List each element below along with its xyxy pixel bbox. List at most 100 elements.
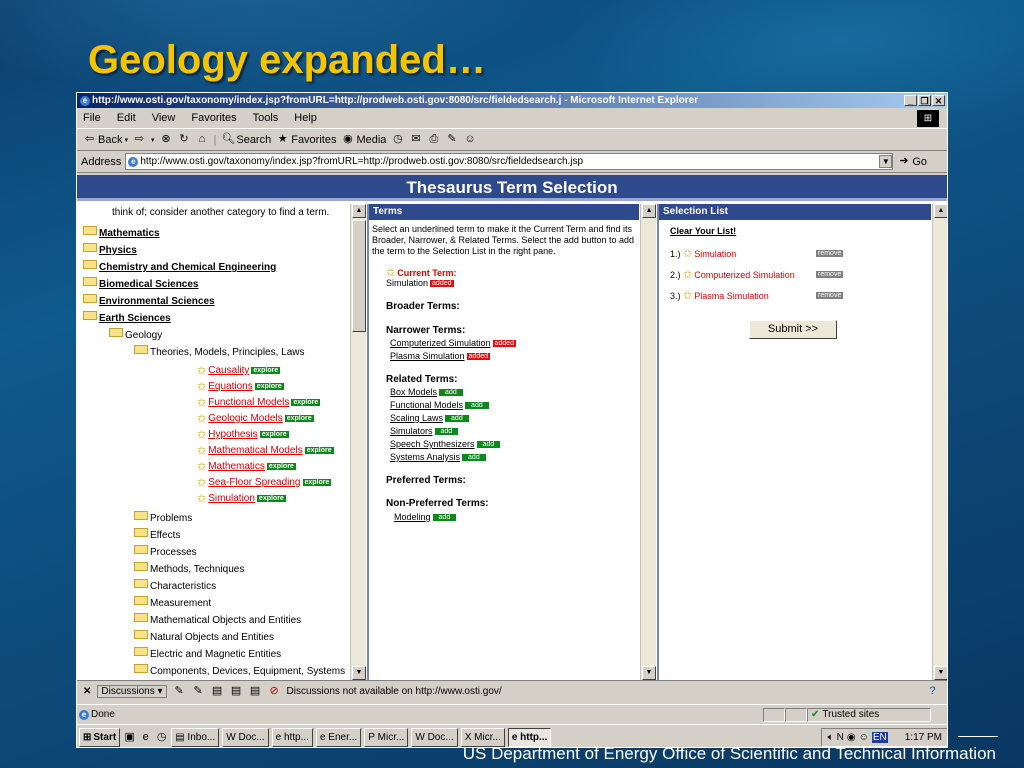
related-term[interactable]: Speech Synthesizers add (390, 439, 501, 449)
tree-item[interactable]: Problems (134, 511, 192, 524)
help-icon[interactable]: ? (926, 685, 939, 698)
explore-button[interactable]: explore (259, 431, 289, 438)
tree-item[interactable]: Characteristics (134, 579, 216, 592)
discussion-tool-icon[interactable]: ▤ (249, 685, 262, 698)
scroll-down-icon[interactable]: ▼ (934, 666, 947, 680)
left-scrollbar[interactable]: ▲ ▼ (350, 204, 366, 680)
term-mathematical-models[interactable]: ✩ Mathematical Models explore (197, 444, 334, 457)
explore-button[interactable]: explore (304, 447, 334, 454)
term-geologic-models[interactable]: ✩ Geologic Models explore (197, 412, 314, 425)
taskbar-button[interactable]: W Doc... (222, 727, 269, 747)
middle-scrollbar[interactable]: ▲ ▼ (640, 204, 656, 680)
menu-edit[interactable]: Edit (117, 112, 136, 124)
add-button[interactable]: add (432, 513, 457, 521)
term-simulation[interactable]: ✩ Simulation explore (197, 492, 286, 505)
add-button[interactable]: add (476, 440, 501, 448)
add-button[interactable]: add (465, 401, 489, 409)
taskbar-button[interactable]: W Doc... (411, 727, 458, 747)
history-icon[interactable]: ◷ (391, 133, 404, 146)
narrower-term[interactable]: Computerized Simulation added (390, 338, 517, 348)
explore-button[interactable]: explore (254, 383, 284, 390)
close-button[interactable]: ✕ (932, 95, 945, 106)
term-mathematics[interactable]: ✩ Mathematics explore (197, 460, 296, 473)
forward-arrow-icon[interactable]: ⇨ (133, 133, 146, 146)
scroll-up-icon[interactable]: ▲ (642, 204, 656, 218)
tree-item[interactable]: Natural Objects and Entities (134, 630, 274, 643)
back-button[interactable]: ⇦ Back ▾ (83, 133, 128, 146)
tree-item[interactable]: Mathematical Objects and Entities (134, 613, 301, 626)
tree-item-theories[interactable]: Theories, Models, Principles, Laws (134, 345, 305, 358)
submit-button[interactable]: Submit >> (749, 320, 837, 339)
scroll-thumb[interactable] (352, 220, 366, 332)
tree-item[interactable]: Environmental Sciences (83, 294, 215, 307)
tree-item[interactable]: Measurement (134, 596, 211, 609)
discussions-menu[interactable]: Discussions ▾ (97, 685, 167, 698)
menu-view[interactable]: View (152, 112, 176, 124)
explore-button[interactable]: explore (302, 479, 332, 486)
menu-favorites[interactable]: Favorites (191, 112, 236, 124)
remove-button[interactable]: remove (816, 271, 844, 278)
refresh-icon[interactable]: ↻ (178, 133, 191, 146)
add-button[interactable]: add (439, 388, 463, 396)
tree-item-geology[interactable]: Geology (109, 328, 162, 341)
tree-item[interactable]: Earth Sciences (83, 311, 171, 324)
taskbar-button[interactable]: e http... (271, 727, 313, 747)
clock-launch-icon[interactable]: ◷ (155, 731, 168, 744)
volume-icon[interactable]: 🔈︎ (828, 732, 834, 743)
stop-icon[interactable]: ⊗ (160, 133, 173, 146)
tree-item[interactable]: Mathematics (83, 226, 160, 239)
tree-item[interactable]: Processes (134, 545, 197, 558)
taskbar-button[interactable]: P Micr... (364, 727, 409, 747)
scroll-up-icon[interactable]: ▲ (934, 204, 947, 218)
right-scrollbar[interactable]: ▲ ▼ (932, 204, 947, 680)
favorites-button[interactable]: ★ Favorites (276, 133, 337, 146)
tree-item[interactable]: Methods, Techniques (134, 562, 244, 575)
language-indicator[interactable]: EN (871, 731, 888, 743)
tree-item[interactable]: Effects (134, 528, 180, 541)
related-term[interactable]: Functional Models add (390, 400, 489, 410)
show-desktop-icon[interactable]: ▣ (123, 731, 136, 744)
related-term[interactable]: Systems Analysis add (390, 452, 486, 462)
explore-button[interactable]: explore (266, 463, 296, 470)
address-input[interactable]: e http://www.osti.gov/taxonomy/index.jsp… (125, 153, 894, 170)
menu-help[interactable]: Help (294, 112, 317, 124)
explore-button[interactable]: explore (284, 415, 314, 422)
media-button[interactable]: ◉ Media (341, 133, 386, 146)
home-icon[interactable]: ⌂ (196, 133, 209, 146)
menu-file[interactable]: File (83, 112, 101, 124)
tree-item[interactable]: Biomedical Sciences (83, 277, 199, 290)
add-button[interactable]: add (462, 453, 486, 461)
window-titlebar[interactable]: e http://www.osti.gov/taxonomy/index.jsp… (77, 93, 947, 108)
discussions-close-button[interactable]: ✕ (83, 686, 91, 697)
nonpreferred-term[interactable]: Modeling add (394, 512, 457, 522)
tree-item[interactable]: Electric and Magnetic Entities (134, 647, 281, 660)
term-hypothesis[interactable]: ✩ Hypothesis explore (197, 428, 289, 441)
discussion-tool-icon[interactable]: ✎ (173, 685, 186, 698)
menu-tools[interactable]: Tools (253, 112, 279, 124)
mail-icon[interactable]: ✉ (409, 133, 422, 146)
messenger-icon[interactable]: ☺ (463, 133, 476, 146)
related-term[interactable]: Box Models add (390, 387, 463, 397)
taskbar-button[interactable]: e Ener... (315, 727, 362, 747)
minimize-button[interactable]: _ (904, 95, 917, 106)
scroll-up-icon[interactable]: ▲ (352, 204, 366, 218)
edit-icon[interactable]: ✎ (445, 133, 458, 146)
clear-list-link[interactable]: Clear Your List! (670, 226, 736, 236)
discussion-tool-icon[interactable]: ✎ (192, 685, 205, 698)
restore-button[interactable]: ❐ (918, 95, 931, 106)
add-button[interactable]: add (434, 427, 459, 435)
term-equations[interactable]: ✩ Equations explore (197, 380, 284, 393)
add-button[interactable]: add (445, 414, 469, 422)
remove-button[interactable]: remove (816, 250, 844, 257)
term-causality[interactable]: ✩ Causality explore (197, 364, 281, 377)
tree-item[interactable]: Chemistry and Chemical Engineering (83, 260, 276, 273)
tray-app-icon[interactable]: ☺ (859, 732, 869, 743)
scroll-down-icon[interactable]: ▼ (352, 666, 366, 680)
start-button[interactable]: ⊞ Start (79, 727, 121, 747)
term-sea-floor-spreading[interactable]: ✩ Sea-Floor Spreading explore (197, 476, 332, 489)
address-dropdown-icon[interactable]: ▼ (879, 155, 893, 168)
narrower-term[interactable]: Plasma Simulation added (390, 351, 490, 361)
remove-button[interactable]: remove (816, 292, 844, 299)
related-term[interactable]: Scaling Laws add (390, 413, 469, 423)
discussion-tool-icon[interactable]: ▤ (211, 685, 224, 698)
